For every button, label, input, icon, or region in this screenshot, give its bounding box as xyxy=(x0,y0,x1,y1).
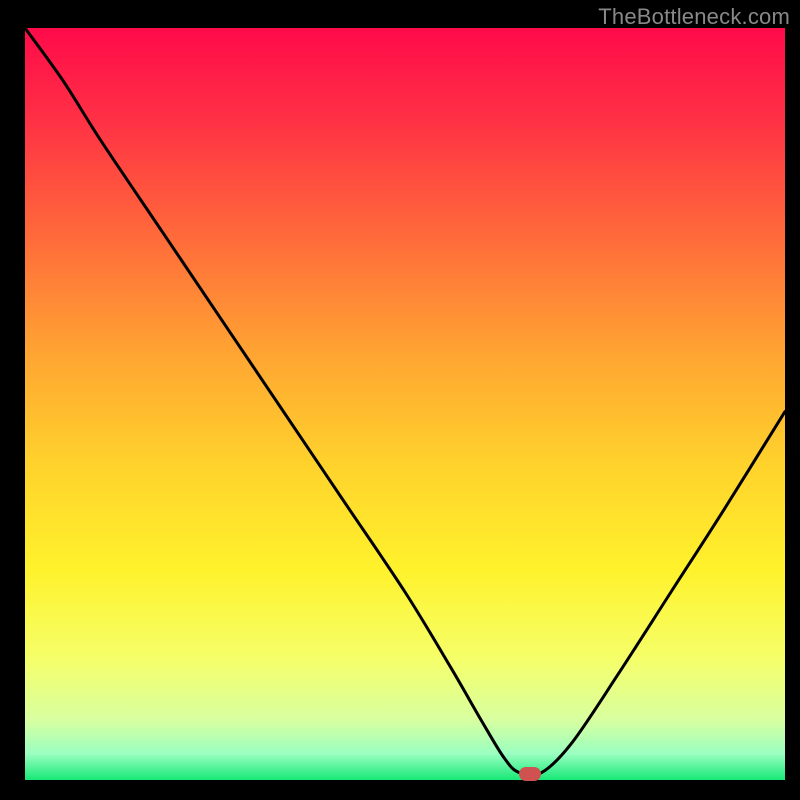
plot-area xyxy=(25,28,785,780)
watermark-text: TheBottleneck.com xyxy=(598,4,790,30)
bottleneck-curve xyxy=(25,28,785,780)
optimal-point-marker xyxy=(519,767,541,781)
chart-frame: TheBottleneck.com xyxy=(0,0,800,800)
